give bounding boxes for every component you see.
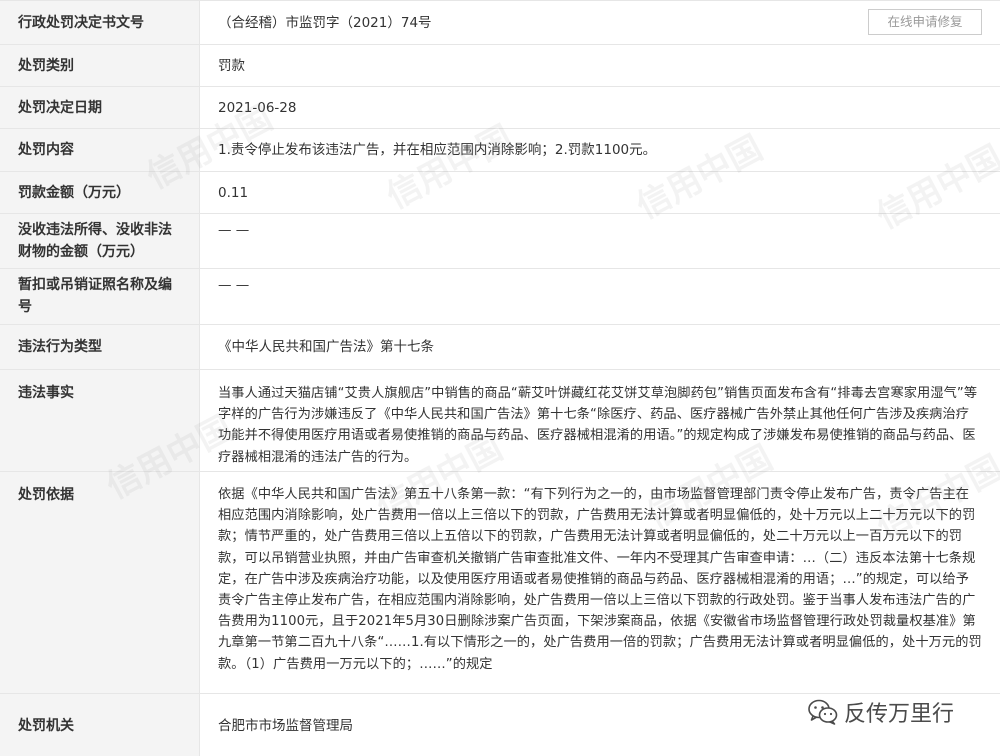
label-penalty-category: 处罚类别 [0,45,200,86]
label-decision-date: 处罚决定日期 [0,87,200,128]
label-penalty-content: 处罚内容 [0,129,200,171]
row-fine-amount: 罚款金额（万元） 0.11 [0,172,1000,214]
row-penalty-content: 处罚内容 1.责令停止发布该违法广告，并在相应范围内消除影响；2.罚款1100元… [0,129,1000,172]
label-license-revocation: 暂扣或吊销证照名称及编号 [0,269,200,324]
label-penalty-basis: 处罚依据 [0,472,200,693]
label-fine-amount: 罚款金额（万元） [0,172,200,213]
brand-watermark: 反传万里行 [808,694,954,730]
label-decision-number: 行政处罚决定书文号 [0,1,200,44]
value-license-revocation: — — [218,277,250,293]
row-violation-facts: 违法事实 当事人通过天猫店铺“艾贵人旗舰店”中销售的商品“蕲艾叶饼藏红花艾饼艾草… [0,370,1000,472]
label-penalty-authority: 处罚机关 [0,694,200,756]
value-penalty-category: 罚款 [218,58,245,74]
value-decision-number: （合经稽）市监罚字（2021）74号 在线申请修复 [200,1,1000,44]
value-confiscation-amount: — — [218,222,250,238]
row-decision-date: 处罚决定日期 2021-06-28 [0,87,1000,129]
value-violation-type: 《中华人民共和国广告法》第十七条 [218,339,434,355]
value-violation-facts: 当事人通过天猫店铺“艾贵人旗舰店”中销售的商品“蕲艾叶饼藏红花艾饼艾草泡脚药包”… [218,386,978,465]
value-decision-date: 2021-06-28 [218,100,297,116]
penalty-info-table: 行政处罚决定书文号 （合经稽）市监罚字（2021）74号 在线申请修复 处罚类别… [0,0,1000,756]
row-penalty-category: 处罚类别 罚款 [0,45,1000,87]
value-penalty-basis: 依据《中华人民共和国广告法》第五十八条第一款：“有下列行为之一的，由市场监督管理… [218,487,982,672]
label-violation-type: 违法行为类型 [0,325,200,369]
repair-request-button[interactable]: 在线申请修复 [868,9,982,35]
row-license-revocation: 暂扣或吊销证照名称及编号 — — [0,269,1000,325]
label-confiscation-amount: 没收违法所得、没收非法财物的金额（万元） [0,214,200,268]
row-penalty-basis: 处罚依据 依据《中华人民共和国广告法》第五十八条第一款：“有下列行为之一的，由市… [0,472,1000,694]
row-confiscation-amount: 没收违法所得、没收非法财物的金额（万元） — — [0,214,1000,269]
row-violation-type: 违法行为类型 《中华人民共和国广告法》第十七条 [0,325,1000,370]
row-decision-number: 行政处罚决定书文号 （合经稽）市监罚字（2021）74号 在线申请修复 [0,1,1000,45]
value-fine-amount: 0.11 [218,185,249,201]
decision-number-text: （合经稽）市监罚字（2021）74号 [218,15,432,31]
brand-text: 反传万里行 [844,702,955,727]
value-penalty-content: 1.责令停止发布该违法广告，并在相应范围内消除影响；2.罚款1100元。 [218,142,657,158]
wechat-icon [808,699,838,725]
label-violation-facts: 违法事实 [0,370,200,471]
